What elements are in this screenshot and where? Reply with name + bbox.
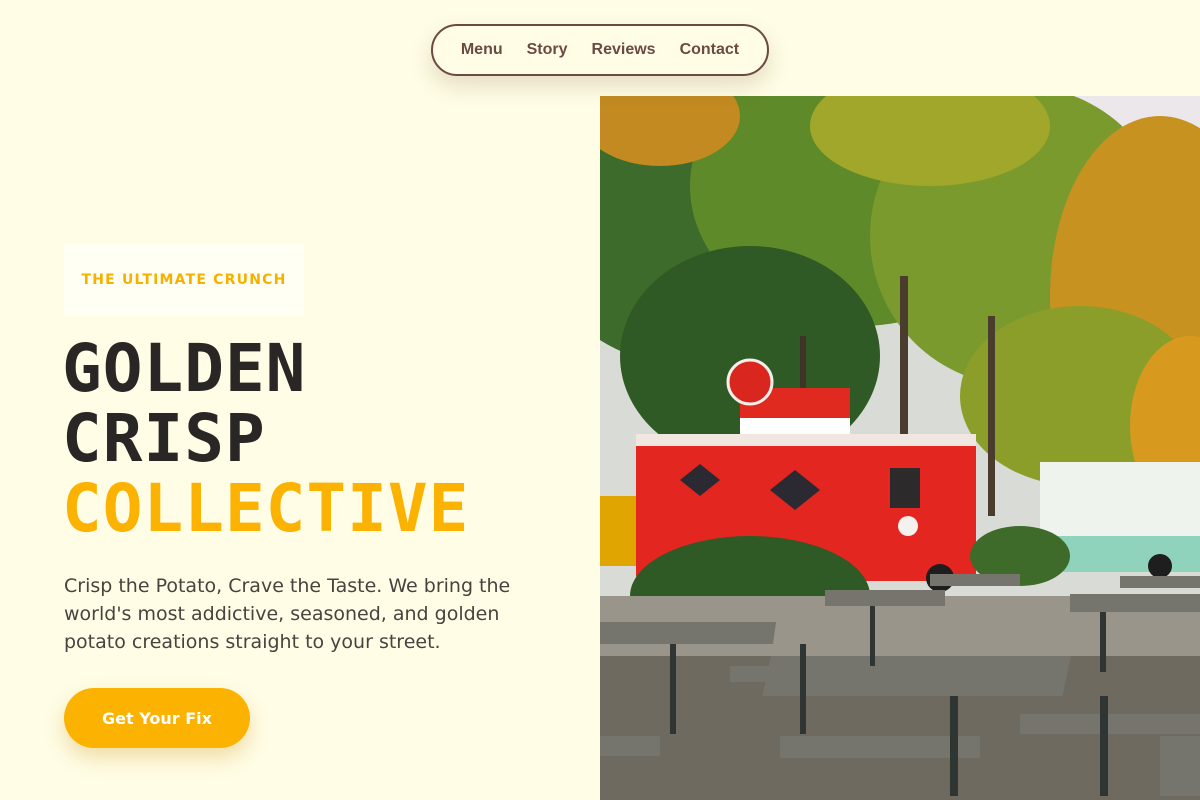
headline-line-2: CRISP [62,400,266,477]
hero-headline: GOLDEN CRISP COLLECTIVE [62,334,469,544]
nav-link-menu[interactable]: Menu [449,41,515,59]
hero-subcopy: Crisp the Potato, Crave the Taste. We br… [64,575,511,653]
nav-link-story[interactable]: Story [515,41,580,59]
headline-line-3: COLLECTIVE [62,470,470,547]
nav-link-reviews[interactable]: Reviews [580,41,668,59]
hero-image [600,96,1200,800]
headline-line-1: GOLDEN [62,330,307,407]
get-your-fix-button[interactable]: Get Your Fix [64,688,250,748]
main-nav: Menu Story Reviews Contact [431,24,769,76]
eyebrow-text: THE ULTIMATE CRUNCH [81,272,287,288]
nav-link-contact[interactable]: Contact [668,41,752,59]
eyebrow-badge: THE ULTIMATE CRUNCH [64,244,304,316]
food-truck-photo [600,96,1200,800]
